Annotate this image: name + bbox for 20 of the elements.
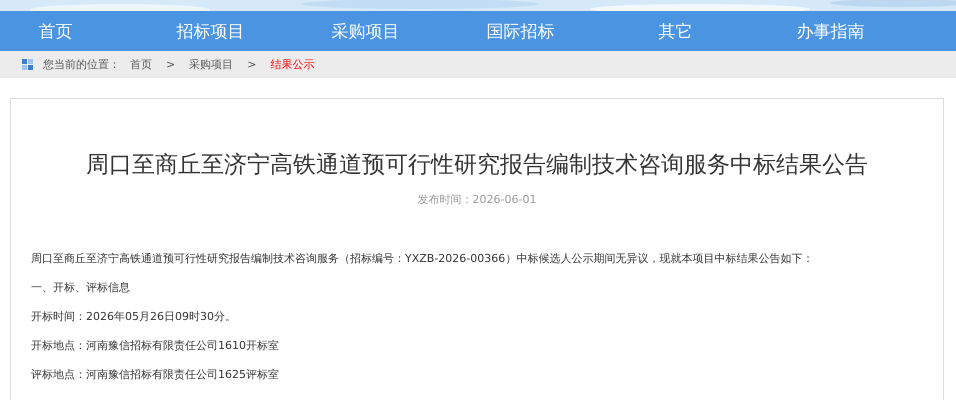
nav-link[interactable]: 招标项目 bbox=[133, 11, 288, 51]
paragraph: 评标地点：河南豫信招标有限责任公司1625评标室 bbox=[31, 369, 280, 381]
breadcrumb-link[interactable]: 首页 bbox=[130, 57, 152, 72]
breadcrumb-link[interactable]: 采购项目 bbox=[189, 57, 234, 72]
paragraph: 开标地点：河南豫信招标有限责任公司1610开标室 bbox=[31, 340, 280, 352]
breadcrumb-label: 您当前的位置： bbox=[43, 57, 120, 72]
breadcrumb-separator: > bbox=[166, 58, 176, 71]
publish-date: 发布时间：2026-06-01 bbox=[416, 192, 538, 207]
nav-link[interactable]: 采购项目 bbox=[288, 11, 443, 51]
nav-link[interactable]: 办事指南 bbox=[753, 11, 908, 51]
nav-link[interactable]: 其它 bbox=[598, 11, 753, 51]
grid-icon bbox=[22, 59, 33, 70]
paragraph: 一、开标、评标信息 bbox=[31, 282, 131, 294]
breadcrumb-link[interactable]: 结果公示 bbox=[270, 57, 314, 72]
paragraph: 开标时间：2026年05月26日09时30分。 bbox=[31, 311, 237, 323]
nav-link[interactable]: 国际招标 bbox=[443, 11, 598, 51]
paragraph: 周口至商丘至济宁高铁通道预可行性研究报告编制技术咨询服务（招标编号：YXZB-2026-00366）中标候选人公示期间无异议，现就本项目中标结果公告如下： bbox=[31, 253, 814, 265]
nav-link[interactable]: 首页 bbox=[0, 11, 133, 51]
article-title: 周口至商丘至济宁高铁通道预可行性研究报告编制技术咨询服务中标结果公告 bbox=[85, 151, 869, 180]
breadcrumb-separator: > bbox=[247, 58, 256, 71]
